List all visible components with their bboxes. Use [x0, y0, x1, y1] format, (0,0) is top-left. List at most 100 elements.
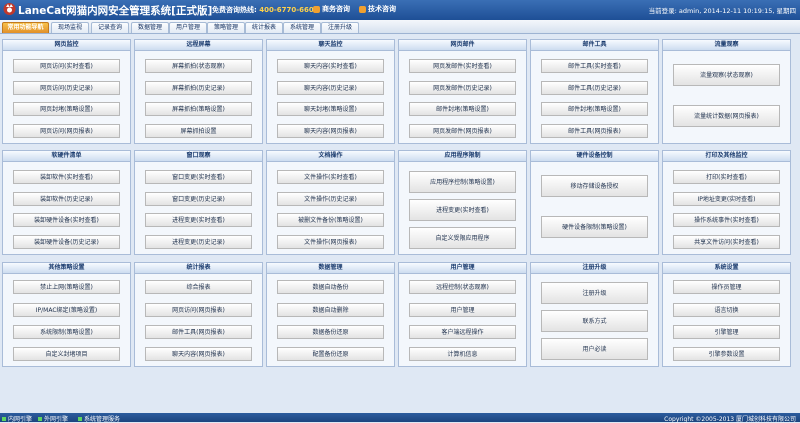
business-consult-label: 商务咨询 [322, 5, 350, 13]
mailtool-history-button[interactable]: 邮件工具(历史记录) [541, 81, 648, 95]
auto-backup-button[interactable]: 数据自动备份 [277, 280, 384, 294]
config-backup-restore-button[interactable]: 配置备份还原 [277, 347, 384, 361]
panel-title: 其他策略设置 [3, 263, 130, 274]
webmail-live-button[interactable]: 网页发邮件(实时查看) [409, 59, 516, 73]
webmail-history-button[interactable]: 网页发邮件(历史记录) [409, 81, 516, 95]
tech-support-icon [359, 5, 366, 13]
status-ok-icon [2, 416, 6, 421]
chat-history-button[interactable]: 聊天内容(历史记录) [277, 81, 384, 95]
traffic-status-button[interactable]: 流量观察(状态观察) [673, 64, 780, 86]
language-switch-button[interactable]: 语言切换 [673, 303, 780, 317]
panel-system-settings: 系统设置 操作员管理 语言切换 引擎管理 引擎参数设置 [662, 262, 791, 367]
chat-report-button[interactable]: 聊天内容(网页报表) [277, 124, 384, 138]
screenshot-history-button[interactable]: 屏幕抓拍(历史记录) [145, 81, 252, 95]
os-event-live-button[interactable]: 操作系统事件(实时查看) [673, 213, 780, 227]
process-change-live-button[interactable]: 进程变更(实时查看) [409, 199, 516, 221]
window-change-live-button[interactable]: 窗口变更(实时查看) [145, 170, 252, 184]
web-access-report-button[interactable]: 网页访问(网页报表) [145, 303, 252, 317]
tab-register-upgrade[interactable]: 注册升级 [321, 22, 359, 33]
web-access-history-button[interactable]: 网页访问(历史记录) [13, 81, 120, 95]
auto-delete-button[interactable]: 数据自动删除 [277, 303, 384, 317]
panel-title: 统计报表 [135, 263, 262, 274]
deleted-file-backup-button[interactable]: 被删文件备份(策略设置) [277, 213, 384, 227]
chat-report-button[interactable]: 聊天内容(网页报表) [145, 347, 252, 361]
hardware-change-live-button[interactable]: 装卸硬件设备(实时查看) [13, 213, 120, 227]
business-consult-link[interactable]: 商务咨询 [313, 4, 350, 14]
process-change-history-button[interactable]: 进程变更(历史记录) [145, 235, 252, 249]
status-ok-icon [38, 416, 42, 421]
panel-title: 系统设置 [663, 263, 790, 274]
chat-block-policy-button[interactable]: 聊天封堵(策略设置) [277, 102, 384, 116]
business-icon [313, 5, 320, 13]
register-upgrade-button[interactable]: 注册升级 [541, 282, 648, 304]
panel-stat-reports: 统计报表 综合报表 网页访问(网页报表) 邮件工具(网页报表) 聊天内容(网页报… [134, 262, 263, 367]
mailtool-live-button[interactable]: 邮件工具(实时查看) [541, 59, 648, 73]
tab-system-manage[interactable]: 系统管理 [283, 22, 321, 33]
file-ops-history-button[interactable]: 文件操作(历史记录) [277, 192, 384, 206]
internet-ban-policy-button[interactable]: 禁止上网(策略设置) [13, 280, 120, 294]
remote-control-status-button[interactable]: 远程控制(状态观察) [409, 280, 516, 294]
panel-title: 网页监控 [3, 40, 130, 51]
tab-common-nav[interactable]: 常用功能导航 [2, 22, 49, 33]
web-block-policy-button[interactable]: 网页封堵(策略设置) [13, 102, 120, 116]
software-install-history-button[interactable]: 装卸软件(历史记录) [13, 192, 120, 206]
computer-info-button[interactable]: 计算机信息 [409, 347, 516, 361]
tech-consult-link[interactable]: 技术咨询 [359, 4, 396, 14]
print-live-button[interactable]: 打印(实时查看) [673, 170, 780, 184]
tech-consult-label: 技术咨询 [368, 5, 396, 13]
mailtool-report-button[interactable]: 邮件工具(网页报表) [541, 124, 648, 138]
process-change-live-button[interactable]: 进程变更(实时查看) [145, 213, 252, 227]
tab-user-manage[interactable]: 用户管理 [169, 22, 207, 33]
hotline-label: 免费咨询热线: [212, 6, 260, 14]
chat-live-button[interactable]: 聊天内容(实时查看) [277, 59, 384, 73]
custom-restricted-apps-button[interactable]: 自定义受限应用程序 [409, 227, 516, 249]
screenshot-status-button[interactable]: 屏幕抓拍(状态观察) [145, 59, 252, 73]
traffic-stats-report-button[interactable]: 流量统计数据(网页报表) [673, 105, 780, 127]
software-install-live-button[interactable]: 装卸软件(实时查看) [13, 170, 120, 184]
current-user-info: 当前登录: admin, 2014-12-11 10:19:15, 星期四 [648, 7, 796, 15]
app-control-policy-button[interactable]: 应用程序控制(策略设置) [409, 171, 516, 193]
mailtool-block-policy-button[interactable]: 邮件封堵(策略设置) [541, 102, 648, 116]
tab-live-monitor[interactable]: 现场监视 [51, 22, 89, 33]
panel-web-mail: 网页邮件 网页发邮件(实时查看) 网页发邮件(历史记录) 邮件封堵(策略设置) … [398, 39, 527, 144]
tab-record-query[interactable]: 记录查询 [91, 22, 129, 33]
device-restriction-policy-button[interactable]: 硬件设备限制(策略设置) [541, 216, 648, 238]
tab-stat-reports[interactable]: 统计报表 [245, 22, 283, 33]
user-must-read-button[interactable]: 用户必读 [541, 338, 648, 360]
custom-block-items-button[interactable]: 自定义封堵项目 [13, 347, 120, 361]
hardware-change-history-button[interactable]: 装卸硬件设备(历史记录) [13, 235, 120, 249]
operator-manage-button[interactable]: 操作员管理 [673, 280, 780, 294]
web-access-live-button[interactable]: 网页访问(实时查看) [13, 59, 120, 73]
tab-data-manage[interactable]: 数据管理 [131, 22, 169, 33]
user-manage-button[interactable]: 用户管理 [409, 303, 516, 317]
system-restriction-policy-button[interactable]: 系统限制(策略设置) [13, 325, 120, 339]
webmail-block-policy-button[interactable]: 邮件封堵(策略设置) [409, 102, 516, 116]
file-ops-live-button[interactable]: 文件操作(实时查看) [277, 170, 384, 184]
ip-mac-binding-policy-button[interactable]: IP/MAC绑定(策略设置) [13, 303, 120, 317]
tab-policy-manage[interactable]: 策略管理 [207, 22, 245, 33]
panel-title: 数据管理 [267, 263, 394, 274]
panel-title: 打印及其他监控 [663, 151, 790, 162]
data-backup-restore-button[interactable]: 数据备份还原 [277, 325, 384, 339]
engine-manage-button[interactable]: 引擎管理 [673, 325, 780, 339]
window-change-history-button[interactable]: 窗口变更(历史记录) [145, 192, 252, 206]
main-nav-tabs: 常用功能导航 现场监视 记录查询 数据管理 用户管理 策略管理 统计报表 系统管… [0, 20, 800, 34]
summary-report-button[interactable]: 综合报表 [145, 280, 252, 294]
app-title: LaneCat网猫内网安全管理系统[正式版] [18, 5, 213, 17]
panel-web-monitor: 网页监控 网页访问(实时查看) 网页访问(历史记录) 网页封堵(策略设置) 网页… [2, 39, 131, 144]
engine-params-button[interactable]: 引擎参数设置 [673, 347, 780, 361]
client-remote-ops-button[interactable]: 客户端远程操作 [409, 325, 516, 339]
panel-traffic-watch: 流量观察 流量观察(状态观察) 流量统计数据(网页报表) [662, 39, 791, 144]
webmail-report-button[interactable]: 网页发邮件(网页报表) [409, 124, 516, 138]
screenshot-policy-button[interactable]: 屏幕抓拍(策略设置) [145, 102, 252, 116]
mailtool-report-button[interactable]: 邮件工具(网页报表) [145, 325, 252, 339]
ip-change-live-button[interactable]: IP地址变更(实时查看) [673, 192, 780, 206]
screenshot-settings-button[interactable]: 屏幕抓拍设置 [145, 124, 252, 138]
panel-title: 用户管理 [399, 263, 526, 274]
shared-file-access-live-button[interactable]: 共享文件访问(实时查看) [673, 235, 780, 249]
file-ops-report-button[interactable]: 文件操作(网页报表) [277, 235, 384, 249]
panel-title: 网页邮件 [399, 40, 526, 51]
removable-storage-auth-button[interactable]: 移动存储设备授权 [541, 175, 648, 197]
contact-info-button[interactable]: 联系方式 [541, 310, 648, 332]
web-access-report-button[interactable]: 网页访问(网页报表) [13, 124, 120, 138]
